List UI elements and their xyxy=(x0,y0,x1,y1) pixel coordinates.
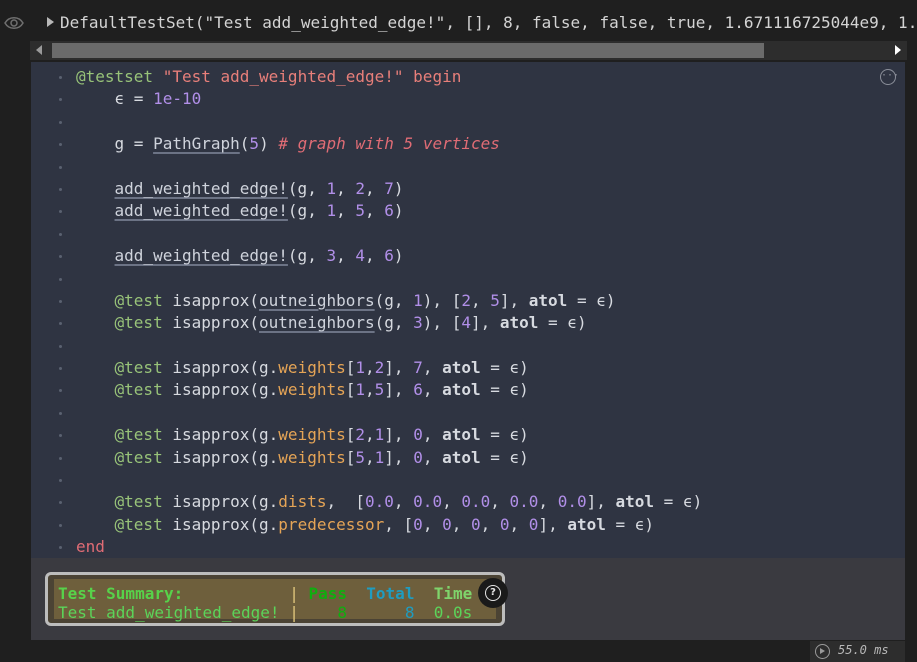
scroll-right-arrow-icon[interactable] xyxy=(895,45,901,55)
code-line: @test isapprox(outneighbors(g, 1), [2, 5… xyxy=(31,290,905,312)
test-summary-box: Test Summary: | Pass Total Time Test add… xyxy=(45,572,508,626)
code-editor[interactable]: @testset "Test add_weighted_edge!" begin… xyxy=(31,66,905,559)
code-line: @test isapprox(g.weights[1,2], 7, atol =… xyxy=(31,357,905,379)
test-summary-header: Test Summary: | Pass Total Time xyxy=(58,584,473,603)
code-line xyxy=(31,156,905,178)
scrollbar-thumb[interactable] xyxy=(52,43,764,58)
test-summary-table: Test Summary: | Pass Total Time Test add… xyxy=(54,579,496,622)
cell-output-area: Test Summary: | Pass Total Time Test add… xyxy=(31,558,905,640)
code-line xyxy=(31,335,905,357)
code-line: g = PathGraph(5) # graph with 5 vertices xyxy=(31,133,905,155)
code-line: @test isapprox(g.predecessor, [0, 0, 0, … xyxy=(31,514,905,536)
output-bar: DefaultTestSet("Test add_weighted_edge!"… xyxy=(0,0,917,44)
code-line xyxy=(31,402,905,424)
play-circle-icon[interactable] xyxy=(815,644,830,659)
code-line: @test isapprox(g.weights[1,5], 6, atol =… xyxy=(31,379,905,401)
code-line xyxy=(31,223,905,245)
code-line: add_weighted_edge!(g, 1, 2, 7) xyxy=(31,178,905,200)
code-line: @test isapprox(g.weights[2,1], 0, atol =… xyxy=(31,424,905,446)
code-line: add_weighted_edge!(g, 1, 5, 6) xyxy=(31,200,905,222)
code-line xyxy=(31,469,905,491)
code-line: ϵ = 1e-10 xyxy=(31,88,905,110)
triangle-right-icon[interactable] xyxy=(47,17,54,27)
horizontal-scrollbar[interactable] xyxy=(30,41,907,60)
test-summary-row: Test add_weighted_edge! | 8 8 0.0s xyxy=(58,603,473,622)
question-circle-icon[interactable]: ? xyxy=(478,578,508,608)
cell-output-text: DefaultTestSet("Test add_weighted_edge!"… xyxy=(60,13,917,32)
code-line: end xyxy=(31,536,905,558)
code-line: @test isapprox(g.weights[5,1], 0, atol =… xyxy=(31,447,905,469)
code-line xyxy=(31,268,905,290)
code-line: @test isapprox(g.dists, [0.0, 0.0, 0.0, … xyxy=(31,491,905,513)
scroll-left-arrow-icon[interactable] xyxy=(36,45,42,55)
code-line: @testset "Test add_weighted_edge!" begin xyxy=(31,66,905,88)
eye-icon[interactable] xyxy=(4,14,24,32)
code-line: @test isapprox(outneighbors(g, 3), [4], … xyxy=(31,312,905,334)
code-cell[interactable]: ··· @testset "Test add_weighted_edge!" b… xyxy=(31,62,905,558)
run-timing[interactable]: 55.0 ms xyxy=(810,641,905,662)
code-line: add_weighted_edge!(g, 3, 4, 6) xyxy=(31,245,905,267)
code-line xyxy=(31,111,905,133)
run-time-label: 55.0 ms xyxy=(838,643,889,657)
